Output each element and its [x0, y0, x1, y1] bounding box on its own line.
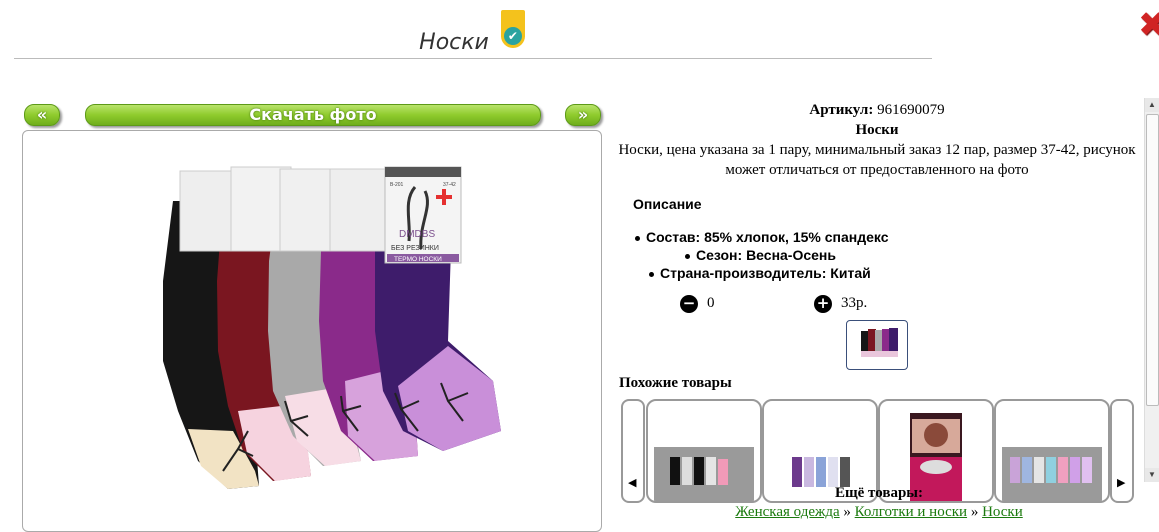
crumb-separator: »	[970, 504, 979, 520]
package-size: 37-42	[443, 182, 456, 188]
crumb-tights-socks[interactable]: Колготки и носки	[855, 504, 967, 520]
quantity-value: 0	[707, 295, 715, 311]
spec-item: Страна-производитель: Китай	[615, 264, 1139, 282]
title-divider	[14, 58, 932, 59]
scroll-down-icon[interactable]: ▼	[1145, 468, 1159, 482]
package-code: B-201	[390, 182, 404, 188]
page-title: Носки	[419, 30, 489, 55]
spec-list: Состав: 85% хлопок, 15% спандекс Сезон: …	[615, 228, 1139, 282]
crumb-women-clothing[interactable]: Женская одежда	[735, 504, 839, 520]
prev-photo-button[interactable]: «	[24, 104, 60, 126]
product-photo: DMDBS БЕЗ РЕЗИНКИ ТЕРМО НОСКИ B-201 37-4…	[22, 130, 602, 532]
article-row: Артикул: 961690079	[615, 100, 1139, 120]
package-line2: ТЕРМО НОСКИ	[394, 256, 442, 263]
spec-item: Состав: 85% хлопок, 15% спандекс	[615, 228, 1139, 246]
breadcrumb: Женская одежда » Колготки и носки » Носк…	[619, 504, 1139, 521]
description-heading: Описание	[633, 196, 702, 212]
verified-badge-icon: ✔	[499, 8, 527, 48]
modal-header: Носки ✔	[0, 8, 946, 55]
minus-circle-icon[interactable]: −	[680, 295, 698, 313]
photo-thumbnail[interactable]	[846, 320, 908, 370]
crumb-socks[interactable]: Носки	[982, 504, 1023, 520]
product-details: Артикул: 961690079 Носки Носки, цена ука…	[615, 100, 1139, 282]
product-summary: Носки, цена указана за 1 пару, минимальн…	[618, 142, 1136, 178]
close-icon[interactable]: ✖	[1138, 8, 1159, 42]
package-line1: БЕЗ РЕЗИНКИ	[391, 245, 439, 252]
download-photo-button[interactable]: Скачать фото	[85, 104, 541, 126]
similar-products-heading: Похожие товары	[619, 375, 732, 391]
spec-item: Сезон: Весна-Осень	[615, 246, 1139, 264]
package-brand: DMDBS	[399, 229, 435, 240]
product-name: Носки	[855, 122, 899, 138]
quantity-row: − 0 + 33р.	[680, 294, 940, 316]
details-scrollbar[interactable]: ▲ ▼	[1144, 98, 1159, 482]
scrollbar-thumb[interactable]	[1146, 114, 1159, 406]
scroll-up-icon[interactable]: ▲	[1145, 98, 1159, 112]
crumb-separator: »	[843, 504, 851, 520]
article-label: Артикул:	[809, 102, 874, 118]
more-products-heading: Ещё товары:	[834, 485, 924, 501]
price-value: 33р.	[841, 295, 868, 311]
article-value: 961690079	[877, 102, 945, 118]
next-photo-button[interactable]: »	[565, 104, 601, 126]
plus-circle-icon[interactable]: +	[814, 295, 832, 313]
